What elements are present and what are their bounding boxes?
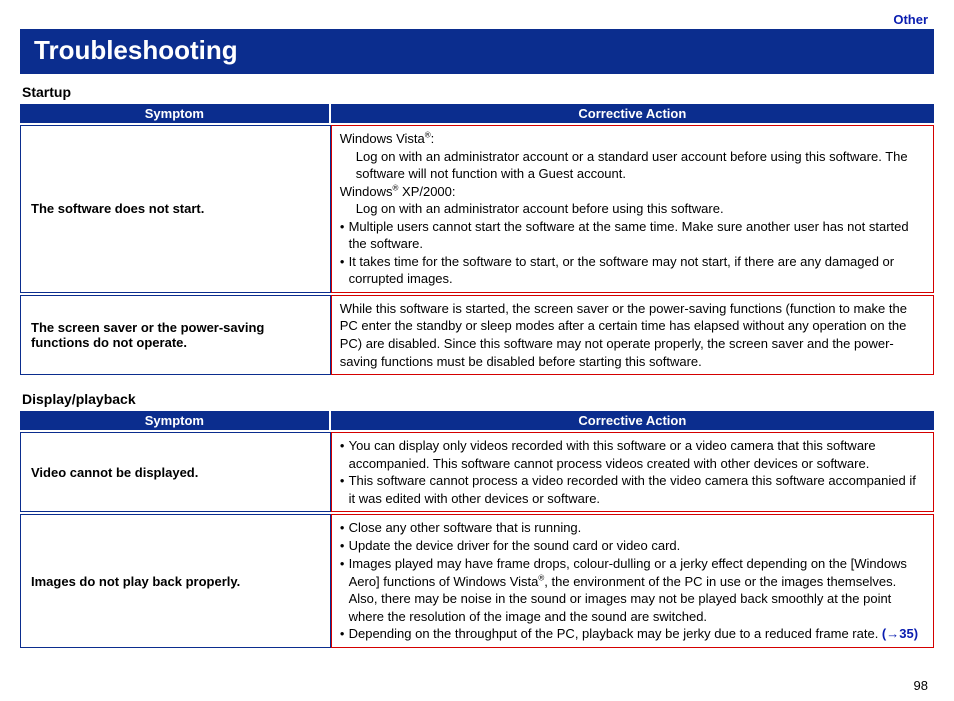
- action-cell: Windows Vista®:Log on with an administra…: [331, 125, 934, 293]
- table-row: The screen saver or the power-saving fun…: [20, 295, 934, 375]
- action-cell: While this software is started, the scre…: [331, 295, 934, 375]
- section-heading: Startup: [22, 84, 934, 100]
- col-action: Corrective Action: [331, 411, 934, 430]
- breadcrumb: Other: [20, 12, 928, 27]
- page-number: 98: [20, 678, 928, 693]
- section-heading: Display/playback: [22, 391, 934, 407]
- table-row: Images do not play back properly.Close a…: [20, 514, 934, 648]
- symptom-cell: The software does not start.: [20, 125, 331, 293]
- symptom-cell: Video cannot be displayed.: [20, 432, 331, 512]
- col-symptom: Symptom: [20, 411, 331, 430]
- col-symptom: Symptom: [20, 104, 331, 123]
- col-action: Corrective Action: [331, 104, 934, 123]
- table-row: Video cannot be displayed.You can displa…: [20, 432, 934, 512]
- action-cell: You can display only videos recorded wit…: [331, 432, 934, 512]
- troubleshooting-table: SymptomCorrective ActionThe software doe…: [20, 102, 934, 377]
- symptom-cell: The screen saver or the power-saving fun…: [20, 295, 331, 375]
- symptom-cell: Images do not play back properly.: [20, 514, 331, 648]
- troubleshooting-table: SymptomCorrective ActionVideo cannot be …: [20, 409, 934, 650]
- action-cell: Close any other software that is running…: [331, 514, 934, 648]
- table-row: The software does not start.Windows Vist…: [20, 125, 934, 293]
- page-title: Troubleshooting: [20, 29, 934, 74]
